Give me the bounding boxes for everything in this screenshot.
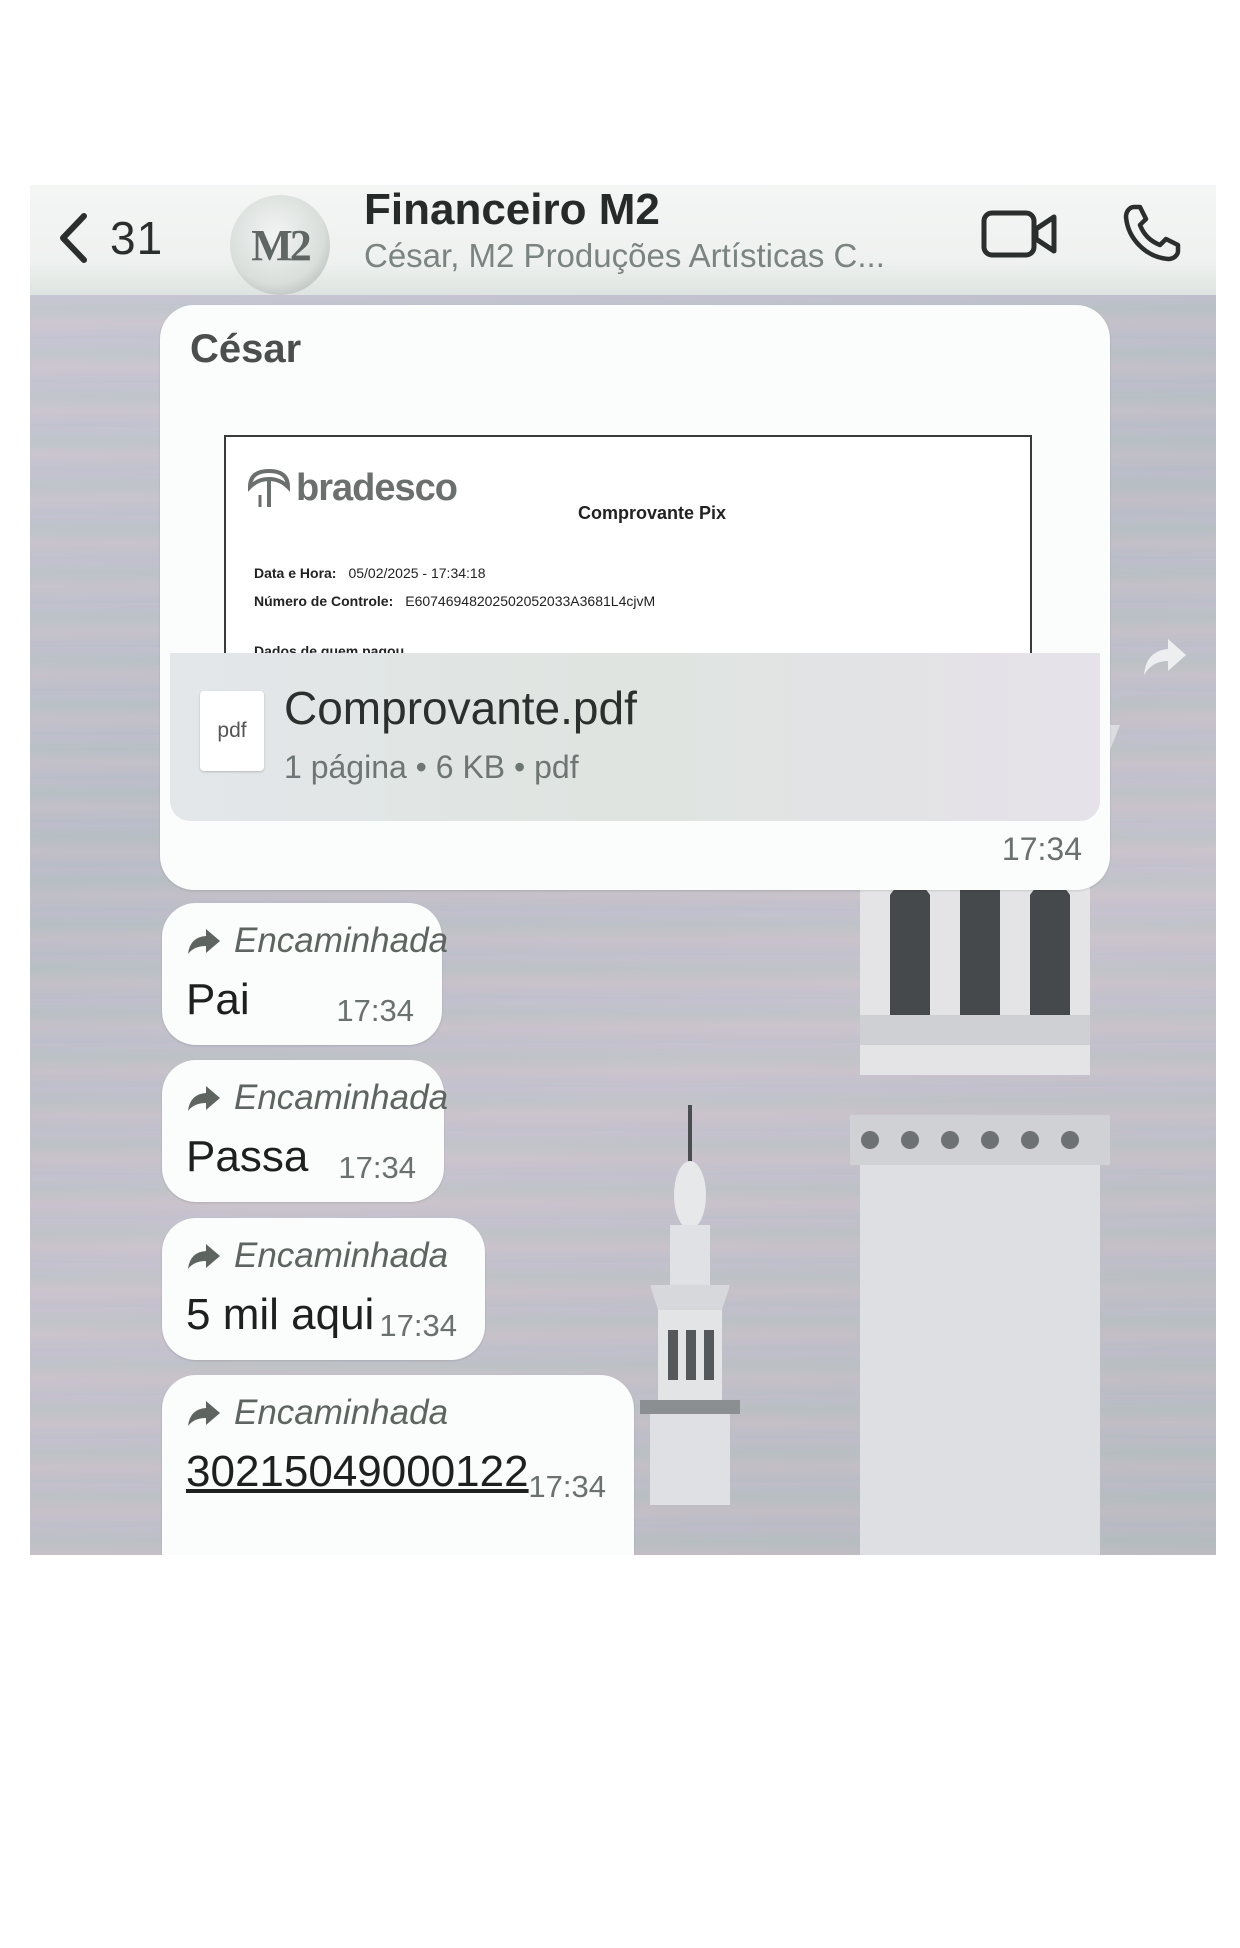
bank-logo: bradesco (246, 465, 458, 511)
voice-call-button[interactable] (1120, 201, 1184, 270)
message-time: 17:34 (379, 1308, 457, 1343)
control-value: E60746948202502052033A3681L4cjvM (405, 593, 656, 609)
video-camera-icon (981, 210, 1057, 258)
forwarded-label: Encaminhada (186, 1393, 448, 1433)
forwarded-text: Encaminhada (234, 921, 449, 960)
unread-count: 31 (110, 212, 164, 264)
file-attachment[interactable]: pdf Comprovante.pdf 1 página • 6 KB • pd… (170, 653, 1100, 821)
control-label: Número de Controle: (254, 593, 394, 609)
forwarded-label: Encaminhada (186, 1236, 448, 1276)
chat-area[interactable]: César bradesco Comprovante Pix Data e Ho… (30, 295, 1216, 1555)
avatar-text: M2 (251, 220, 312, 270)
group-avatar[interactable]: M2 (230, 195, 330, 295)
sender-name: César (190, 327, 302, 371)
forwarded-arrow-icon (188, 1244, 220, 1269)
chevron-left-icon (60, 213, 87, 263)
receipt-title: Comprovante Pix (578, 503, 727, 523)
receipt-control-line: Número de Controle: E60746948202502052033… (254, 593, 655, 609)
phone-icon (1123, 204, 1181, 262)
pdf-preview[interactable]: bradesco Comprovante Pix Data e Hora: 05/… (224, 435, 1032, 657)
chat-title[interactable]: Financeiro M2 (364, 185, 660, 235)
forwarded-message[interactable]: Encaminhada 30215049000122 17:34 (162, 1375, 634, 1555)
share-arrow-icon (1144, 639, 1186, 675)
forwarded-arrow-icon (188, 929, 220, 954)
chat-header: 31 M2 Financeiro M2 César, M2 Produções … (30, 185, 1216, 297)
message-text: Passa (186, 1132, 309, 1181)
receipt-date-line: Data e Hora: 05/02/2025 - 17:34:18 (254, 565, 485, 581)
file-meta: 1 página • 6 KB • pdf (284, 749, 579, 785)
forwarded-text: Encaminhada (234, 1236, 449, 1275)
document-message[interactable]: César bradesco Comprovante Pix Data e Ho… (160, 305, 1110, 890)
message-time: 17:34 (336, 993, 414, 1028)
forwarded-label: Encaminhada (186, 921, 448, 961)
message-text: 5 mil aqui (186, 1290, 375, 1339)
message-time: 17:34 (528, 1469, 606, 1504)
date-label: Data e Hora: (254, 565, 337, 581)
message-time: 17:34 (338, 1150, 416, 1185)
forwarded-text: Encaminhada (234, 1393, 449, 1432)
file-icon-label: pdf (217, 719, 247, 742)
bank-name: bradesco (296, 466, 458, 509)
file-name: Comprovante.pdf (284, 682, 637, 734)
video-call-button[interactable] (980, 207, 1060, 268)
message-text: Pai (186, 975, 250, 1024)
forwarded-text: Encaminhada (234, 1078, 449, 1117)
forwarded-message[interactable]: Encaminhada Pai 17:34 (162, 903, 448, 1045)
forward-button[interactable] (1140, 635, 1190, 684)
pdf-file-icon: pdf (200, 691, 264, 771)
forwarded-arrow-icon (188, 1086, 220, 1111)
forwarded-message[interactable]: Encaminhada 5 mil aqui 17:34 (162, 1218, 485, 1360)
back-button[interactable]: 31 (58, 203, 163, 273)
forwarded-label: Encaminhada (186, 1078, 448, 1118)
forwarded-message[interactable]: Encaminhada Passa 17:34 (162, 1060, 448, 1202)
avatar-logo: M2 (251, 220, 312, 271)
date-value: 05/02/2025 - 17:34:18 (348, 565, 486, 581)
message-time: 17:34 (1001, 831, 1082, 867)
chat-members[interactable]: César, M2 Produções Artísticas C... (364, 237, 885, 275)
bradesco-tree-icon (247, 468, 291, 507)
number-link[interactable]: 30215049000122 (186, 1447, 529, 1497)
forwarded-arrow-icon (188, 1401, 220, 1426)
wallpaper-minaret-small (640, 1105, 740, 1505)
screenshot-scan: 31 M2 Financeiro M2 César, M2 Produções … (30, 185, 1216, 1555)
